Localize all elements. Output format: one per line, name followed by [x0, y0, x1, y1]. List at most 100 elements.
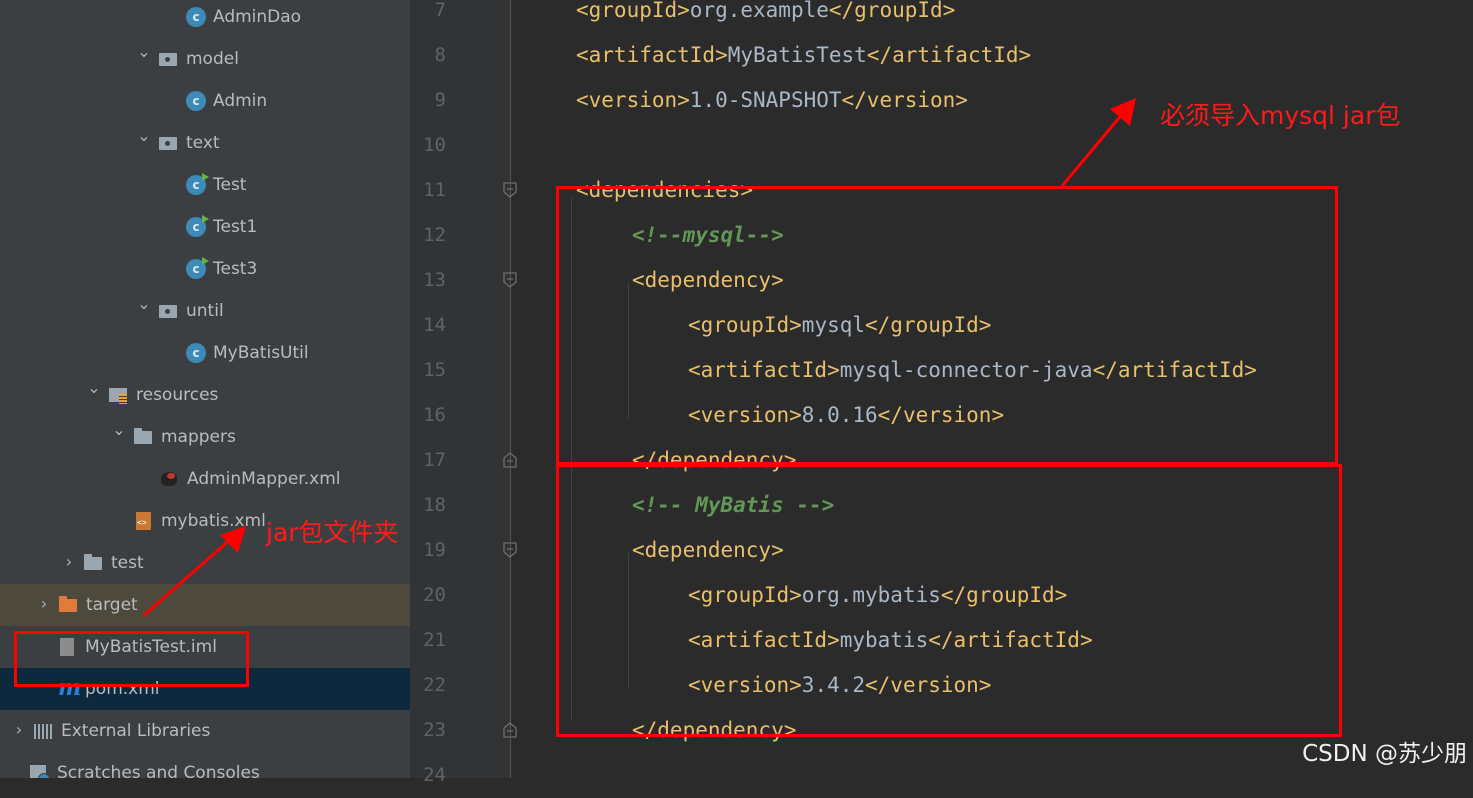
line-number: 17	[423, 449, 446, 471]
class-icon: c	[186, 7, 206, 27]
chevron-down-icon[interactable]: ⌄	[137, 294, 151, 314]
line-number: 19	[423, 539, 446, 561]
tree-item[interactable]: Scratches and Consoles	[0, 752, 410, 778]
package-icon	[159, 301, 179, 321]
tree-item[interactable]: › target	[0, 584, 410, 626]
tree-item-label: Test3	[213, 259, 258, 279]
tree-item-label: MyBatisUtil	[213, 343, 309, 363]
xml-text: org.example	[689, 0, 829, 22]
tree-item-label: Scratches and Consoles	[57, 763, 260, 778]
arrow-to-mysql-note	[1060, 98, 1136, 187]
line-number: 9	[434, 89, 446, 111]
mysql-jar-note: 必须导入mysql jar包	[1160, 101, 1401, 130]
class-icon: c	[186, 91, 206, 111]
line-number: 8	[434, 44, 446, 66]
libraries-icon	[34, 721, 54, 741]
chevron-right-icon[interactable]: ›	[62, 552, 76, 572]
fold-open-icon[interactable]	[503, 272, 517, 288]
chevron-right-icon[interactable]: ›	[37, 594, 51, 614]
fold-open-icon[interactable]	[503, 542, 517, 558]
tree-item-label: External Libraries	[61, 721, 211, 741]
fold-close-icon[interactable]	[503, 722, 517, 738]
package-icon	[159, 49, 179, 69]
line-number: 23	[423, 719, 446, 741]
csdn-watermark: CSDN @苏少朋	[1302, 741, 1467, 767]
tree-item-label: AdminMapper.xml	[187, 469, 341, 489]
pom-file-highlight	[14, 631, 249, 687]
xml-tag: <version>	[576, 88, 690, 112]
tree-item[interactable]: c Test3	[0, 248, 410, 290]
line-number: 16	[423, 404, 446, 426]
xml-tag: <artifactId>	[576, 43, 728, 67]
resources-folder-icon	[109, 385, 129, 405]
line-number: 20	[423, 584, 446, 606]
xml-tag: </artifactId>	[866, 43, 1032, 67]
mybatis-dependency-highlight	[556, 464, 1342, 737]
runnable-class-icon: c	[186, 257, 209, 279]
line-number: 14	[423, 314, 446, 336]
tree-item-label: model	[186, 49, 239, 69]
gutter-divider	[510, 0, 511, 778]
tree-item[interactable]: ⌄ until	[0, 290, 410, 332]
package-icon	[159, 133, 179, 153]
line-number: 18	[423, 494, 446, 516]
xml-text: 1.0-SNAPSHOT	[689, 88, 842, 112]
line-number: 10	[423, 134, 446, 156]
code-line[interactable]: <version>1.0-SNAPSHOT</version>	[576, 78, 968, 123]
tree-item[interactable]: c MyBatisUtil	[0, 332, 410, 374]
runnable-class-icon: c	[186, 173, 209, 195]
line-number: 13	[423, 269, 446, 291]
tree-item[interactable]: › External Libraries	[0, 710, 410, 752]
tree-item-label: Admin	[213, 91, 268, 111]
excluded-folder-icon	[59, 595, 79, 615]
tree-item-label: mappers	[161, 427, 236, 447]
line-number: 15	[423, 359, 446, 381]
line-number: 11	[423, 179, 446, 201]
folder-icon	[134, 427, 154, 447]
jar-folder-note: jar包文件夹	[266, 518, 399, 547]
tree-item[interactable]: c Test	[0, 164, 410, 206]
tree-item-label: until	[186, 301, 224, 321]
mysql-dependency-highlight	[556, 186, 1338, 465]
fold-open-icon[interactable]	[503, 182, 517, 198]
class-icon: c	[186, 343, 206, 363]
tree-item-label: target	[86, 595, 138, 615]
xml-tag: </groupId>	[828, 0, 956, 22]
tree-item-label: AdminDao	[213, 7, 302, 27]
tree-item-label: Test	[213, 175, 247, 195]
tree-item[interactable]: c AdminDao	[0, 0, 410, 38]
xml-tag: </version>	[841, 88, 968, 112]
tree-item[interactable]: c Test1	[0, 206, 410, 248]
mybatis-xml-icon	[160, 469, 180, 489]
tree-item[interactable]: AdminMapper.xml	[0, 458, 410, 500]
tree-item[interactable]: ⌄ model	[0, 38, 410, 80]
tree-item-label: resources	[136, 385, 219, 405]
fold-close-icon[interactable]	[503, 452, 517, 468]
tree-item[interactable]: ⌄ mappers	[0, 416, 410, 458]
folder-icon	[84, 553, 104, 573]
scratches-icon	[30, 763, 50, 778]
xml-tag: <groupId>	[576, 0, 690, 22]
runnable-class-icon: c	[186, 215, 209, 237]
tree-item[interactable]: ⌄ text	[0, 122, 410, 164]
line-number: 7	[434, 0, 446, 21]
tree-item[interactable]: ⌄ resources	[0, 374, 410, 416]
line-number: 24	[423, 764, 446, 786]
code-line[interactable]: <groupId>org.example</groupId>	[576, 0, 955, 33]
tree-item-label: text	[186, 133, 220, 153]
chevron-down-icon[interactable]: ⌄	[137, 42, 151, 62]
xml-file-icon	[134, 511, 154, 531]
chevron-down-icon[interactable]: ⌄	[137, 126, 151, 146]
xml-text: MyBatisTest	[727, 43, 867, 67]
line-number: 12	[423, 224, 446, 246]
line-number: 21	[423, 629, 446, 651]
line-number: 22	[423, 674, 446, 696]
tree-item-label: Test1	[213, 217, 258, 237]
chevron-right-icon[interactable]: ›	[12, 720, 26, 740]
chevron-down-icon[interactable]: ⌄	[112, 420, 126, 440]
tree-item[interactable]: c Admin	[0, 80, 410, 122]
tree-item-label: test	[111, 553, 144, 573]
chevron-down-icon[interactable]: ⌄	[87, 378, 101, 398]
tree-item-label: mybatis.xml	[161, 511, 266, 531]
code-line[interactable]: <artifactId>MyBatisTest</artifactId>	[576, 33, 1031, 78]
